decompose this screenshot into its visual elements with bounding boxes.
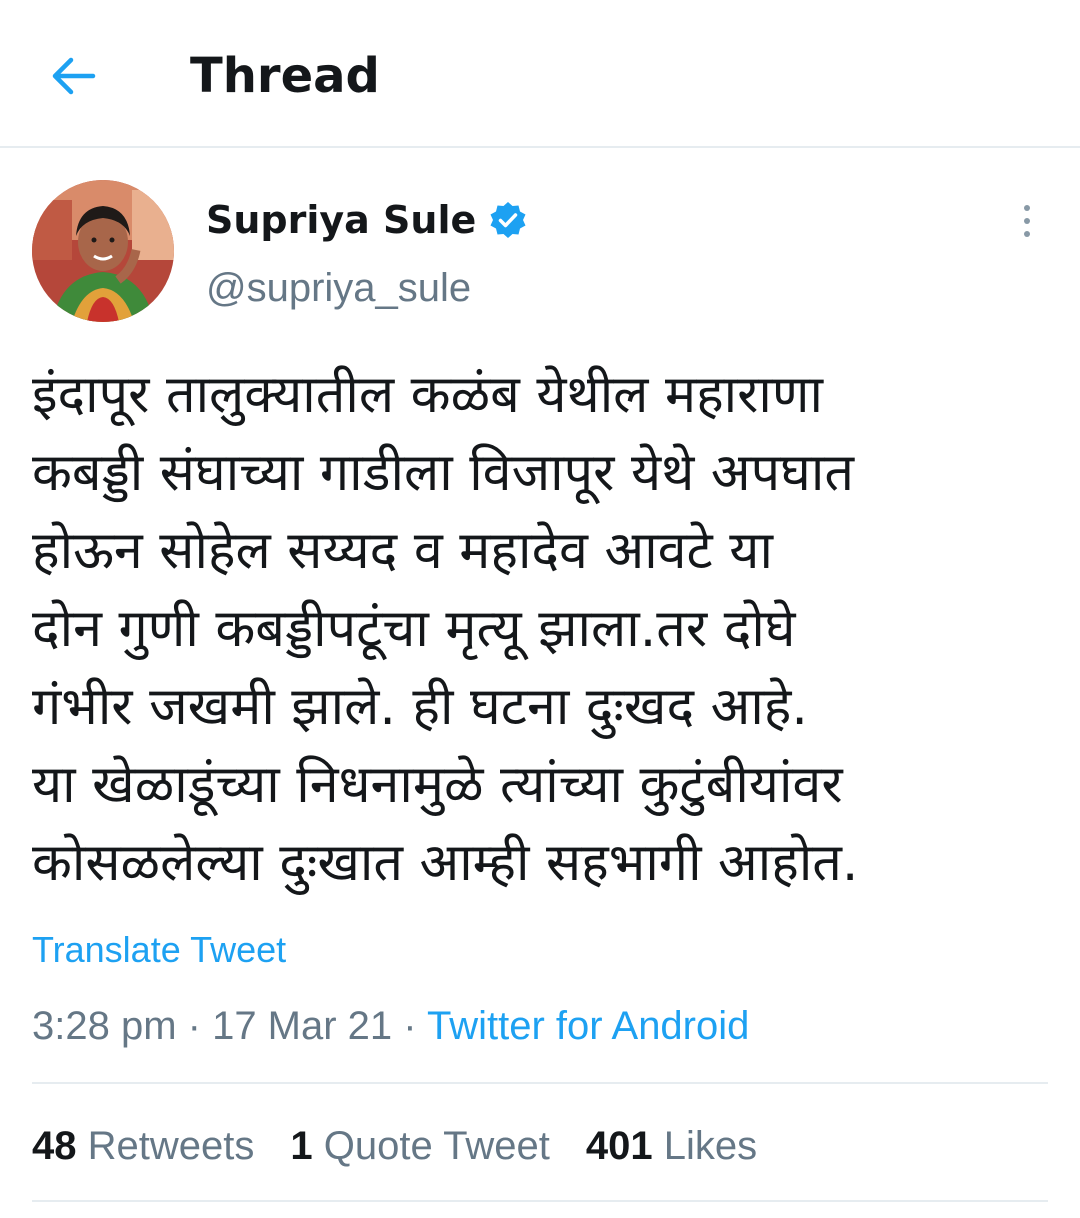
more-vertical-icon [1024, 205, 1030, 211]
retweets-count: 48 [32, 1124, 77, 1168]
translate-tweet-link[interactable]: Translate Tweet [32, 928, 286, 972]
tweet-text-line: होऊन सोहेल सय्यद व महादेव आवटे या [32, 521, 773, 581]
arrow-left-icon [52, 57, 96, 95]
more-options-button[interactable] [1004, 198, 1050, 244]
tweet-text-line: इंदापूर तालुक्यातील कळंब येथील महाराणा [32, 365, 823, 425]
tweet-stats: 48 Retweets 1 Quote Tweet 401 Likes [32, 1120, 793, 1172]
verified-badge-icon [490, 202, 526, 238]
avatar[interactable] [32, 180, 174, 322]
author-name-row[interactable]: Supriya Sule [206, 196, 528, 244]
tweet-text: इंदापूर तालुक्यातील कळंब येथील महाराणा क… [32, 356, 1042, 902]
tweet-text-line: कोसळलेल्या दुःखात आम्ही सहभागी आहोत. [32, 833, 859, 893]
likes-count: 401 [585, 1124, 653, 1168]
meta-separator: · [392, 1004, 428, 1048]
likes-label: Likes [663, 1124, 758, 1168]
quote-tweets-stat[interactable]: 1 Quote Tweet [290, 1120, 549, 1172]
author-name: Supriya Sule [206, 198, 477, 242]
retweets-label: Retweets [87, 1124, 255, 1168]
tweet-meta: 3:28 pm · 17 Mar 21 · Twitter for Androi… [32, 1000, 749, 1052]
back-button[interactable] [44, 46, 104, 106]
tweet-source-link[interactable]: Twitter for Android [427, 1004, 749, 1048]
tweet-date: 17 Mar 21 [212, 1004, 393, 1048]
retweets-stat[interactable]: 48 Retweets [32, 1120, 254, 1172]
header-bar: Thread [0, 0, 1080, 148]
likes-stat[interactable]: 401 Likes [586, 1120, 757, 1172]
divider [32, 1082, 1048, 1084]
tweet-text-line: कबड्डी संघाच्या गाडीला विजापूर येथे अपघा… [32, 443, 854, 503]
quote-tweets-label: Quote Tweet [323, 1124, 550, 1168]
tweet-text-line: गंभीर जखमी झाले. ही घटना दुःखद आहे. [32, 677, 808, 737]
divider [32, 1200, 1048, 1202]
author-handle[interactable]: @supriya_sule [206, 264, 471, 312]
quote-tweets-count: 1 [290, 1124, 313, 1168]
tweet-time: 3:28 pm [32, 1004, 177, 1048]
meta-separator: · [176, 1004, 213, 1048]
tweet-text-line: या खेळाडूंच्या निधनामुळे त्यांच्या कुटुं… [32, 755, 843, 815]
page-title: Thread [190, 48, 380, 104]
tweet-text-line: दोन गुणी कबड्डीपटूंचा मृत्यू झाला.तर दोघ… [32, 599, 796, 659]
